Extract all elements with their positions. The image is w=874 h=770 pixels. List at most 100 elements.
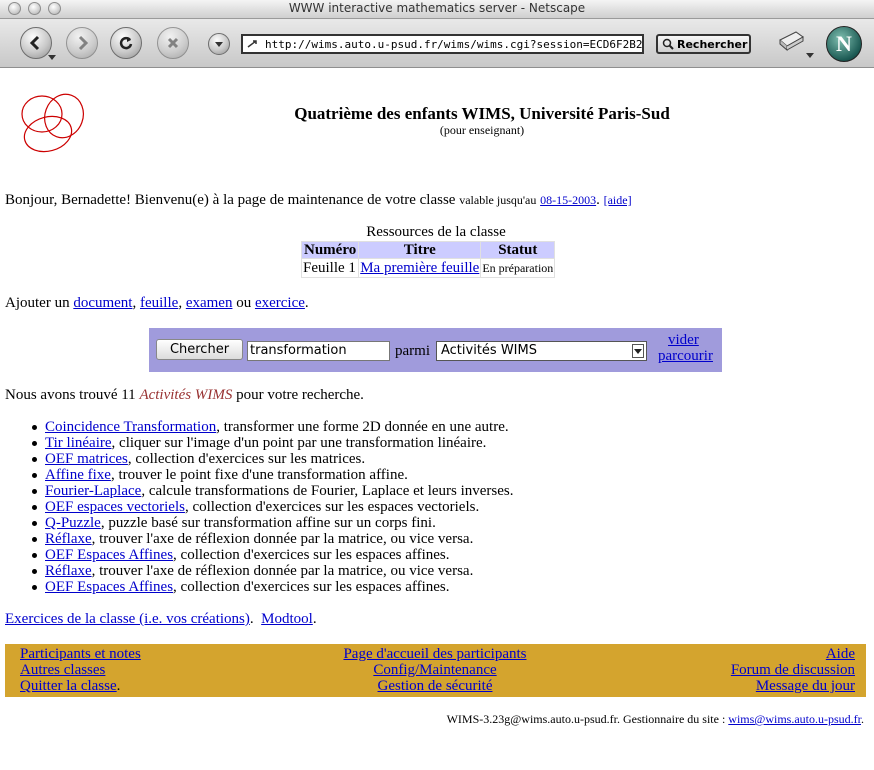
expiry-date-link[interactable]: 08-15-2003 [540, 193, 596, 207]
chevron-down-icon [215, 41, 223, 47]
result-link[interactable]: Coincidence Transformation [45, 419, 216, 435]
help-link[interactable]: [aide] [604, 193, 632, 207]
participants-home-link[interactable]: Page d'accueil des participants [343, 646, 526, 662]
result-description: , puzzle basé sur transformation affine … [100, 515, 436, 531]
add-document-link[interactable]: document [73, 295, 132, 311]
result-link[interactable]: Affine fixe [45, 467, 111, 483]
window-titlebar: WWW interactive mathematics server - Net… [0, 0, 874, 19]
clear-link[interactable]: vider [668, 332, 699, 349]
reload-button[interactable] [110, 27, 142, 59]
result-description: , collection d'exercices sur les espaces… [184, 499, 480, 515]
message-of-day-link[interactable]: Message du jour [756, 678, 855, 694]
search-button[interactable]: Rechercher [656, 34, 751, 54]
site-signature: WIMS-3.23g@wims.auto.u-psud.fr. Gestionn… [446, 712, 864, 726]
reload-icon [119, 36, 133, 50]
stop-button[interactable] [157, 27, 189, 59]
valid-until-label: valable jusqu'au [459, 193, 537, 207]
result-link[interactable]: Fourier-Laplace [45, 483, 141, 499]
print-icon[interactable] [776, 28, 806, 54]
list-item: Réflaxe, trouver l'axe de réflexion donn… [32, 563, 514, 579]
search-input[interactable]: transformation [247, 341, 390, 361]
add-exam-link[interactable]: examen [186, 295, 233, 311]
result-description: , collection d'exercices sur les espaces… [173, 579, 450, 595]
participants-notes-link[interactable]: Participants et notes [20, 646, 141, 662]
table-row: Feuille 1 Ma première feuille En prépara… [302, 259, 555, 277]
result-link[interactable]: OEF Espaces Affines [45, 579, 173, 595]
result-link[interactable]: OEF matrices [45, 451, 128, 467]
result-description: , trouver l'axe de réflexion donnée par … [91, 531, 474, 547]
result-link[interactable]: Tir linéaire [45, 435, 112, 451]
modtool-link[interactable]: Modtool [261, 611, 313, 627]
config-maintenance-link[interactable]: Config/Maintenance [373, 662, 496, 678]
result-description: , transformer une forme 2D donnée en une… [216, 419, 509, 435]
result-link[interactable]: Réflaxe [45, 531, 92, 547]
resource-numero: Feuille 1 [302, 259, 359, 277]
result-description: , calcule transformations de Fourier, La… [141, 483, 514, 499]
list-item: Affine fixe, trouver le point fixe d'une… [32, 467, 514, 483]
forward-button[interactable] [66, 27, 98, 59]
browse-link[interactable]: parcourir [658, 348, 713, 365]
security-management-link[interactable]: Gestion de sécurité [378, 678, 493, 694]
discussion-forum-link[interactable]: Forum de discussion [731, 662, 855, 678]
chercher-button[interactable]: Chercher [156, 339, 243, 360]
url-history-button[interactable] [208, 33, 230, 55]
forward-arrow-icon [78, 35, 89, 51]
add-sheet-link[interactable]: feuille [140, 295, 178, 311]
list-item: OEF espaces vectoriels, collection d'exe… [32, 499, 514, 515]
site-manager-email-link[interactable]: wims@wims.auto.u-psud.fr [728, 712, 861, 726]
footer-left-column: Participants et notes Autres classes Qui… [20, 646, 141, 694]
list-item: OEF matrices, collection d'exercices sur… [32, 451, 514, 467]
result-link[interactable]: OEF espaces vectoriels [45, 499, 185, 515]
list-item: OEF Espaces Affines, collection d'exerci… [32, 579, 514, 595]
list-item: Réflaxe, trouver l'axe de réflexion donn… [32, 531, 514, 547]
or-text: ou [236, 295, 252, 311]
resource-status: En préparation [481, 259, 555, 277]
help-footer-link[interactable]: Aide [826, 646, 855, 662]
column-header-numero: Numéro [302, 242, 359, 258]
result-link[interactable]: OEF Espaces Affines [45, 547, 173, 563]
class-exercises-link[interactable]: Exercices de la classe (i.e. vos créatio… [5, 611, 250, 627]
result-description: , trouver le point fixe d'une transforma… [110, 467, 408, 483]
stop-icon [167, 37, 179, 49]
resources-caption: Ressources de la classe [366, 224, 506, 240]
result-link[interactable]: Réflaxe [45, 563, 92, 579]
result-description: , collection d'exercices sur les matrice… [127, 451, 366, 467]
found-prefix: Nous avons trouvé 11 [5, 387, 136, 403]
list-item: Fourier-Laplace, calcule transformations… [32, 483, 514, 499]
footer-right-column: Aide Forum de discussion Message du jour [731, 646, 855, 694]
result-link[interactable]: Q-Puzzle [45, 515, 101, 531]
resources-table: Numéro Titre Statut Feuille 1 Ma premièr… [301, 241, 556, 278]
result-description: , trouver l'axe de réflexion donnée par … [91, 563, 474, 579]
resource-title-link[interactable]: Ma première feuille [360, 260, 479, 276]
search-results-list: Coincidence Transformation, transformer … [0, 419, 514, 595]
result-description: , collection d'exercices sur les espaces… [173, 547, 450, 563]
among-label: parmi [395, 343, 430, 359]
magnifier-icon [662, 38, 674, 50]
add-resource-line: Ajouter un document, feuille, examen ou … [5, 295, 309, 311]
search-button-label: Rechercher [677, 37, 748, 51]
back-history-chevron-icon[interactable] [48, 55, 56, 60]
add-exercise-link[interactable]: exercice [255, 295, 305, 311]
search-scope-select[interactable]: Activités WIMS [436, 341, 647, 361]
netscape-logo-icon[interactable]: N [826, 26, 862, 62]
page-title: Quatrième des enfants WIMS, Université P… [294, 104, 670, 123]
url-field[interactable]: http://wims.auto.u-psud.fr/wims/wims.cgi… [241, 34, 644, 54]
list-item: Q-Puzzle, puzzle basé sur transformation… [32, 515, 514, 531]
search-result-summary: Nous avons trouvé 11 Activités WIMS pour… [5, 387, 364, 404]
window-title: WWW interactive mathematics server - Net… [288, 1, 586, 15]
signature-text: WIMS-3.23g@wims.auto.u-psud.fr. Gestionn… [446, 712, 726, 726]
url-text: http://wims.auto.u-psud.fr/wims/wims.cgi… [265, 38, 644, 51]
add-prefix-text: Ajouter un [5, 295, 70, 311]
class-exercises-line: Exercices de la classe (i.e. vos créatio… [5, 611, 317, 627]
chevron-down-icon [632, 344, 644, 358]
result-description: , cliquer sur l'image d'un point par une… [111, 435, 487, 451]
other-classes-link[interactable]: Autres classes [20, 662, 105, 678]
resource-search-bar: Chercher transformation parmi Activités … [149, 328, 722, 372]
found-suffix: pour votre recherche. [236, 387, 364, 403]
list-item: OEF Espaces Affines, collection d'exerci… [32, 547, 514, 563]
quit-class-link[interactable]: Quitter la classe [20, 678, 117, 694]
page-subtitle: (pour enseignant) [439, 123, 525, 137]
search-scope-value: Activités WIMS [441, 343, 537, 358]
page-link-icon [247, 40, 257, 48]
print-chevron-icon[interactable] [806, 53, 814, 58]
